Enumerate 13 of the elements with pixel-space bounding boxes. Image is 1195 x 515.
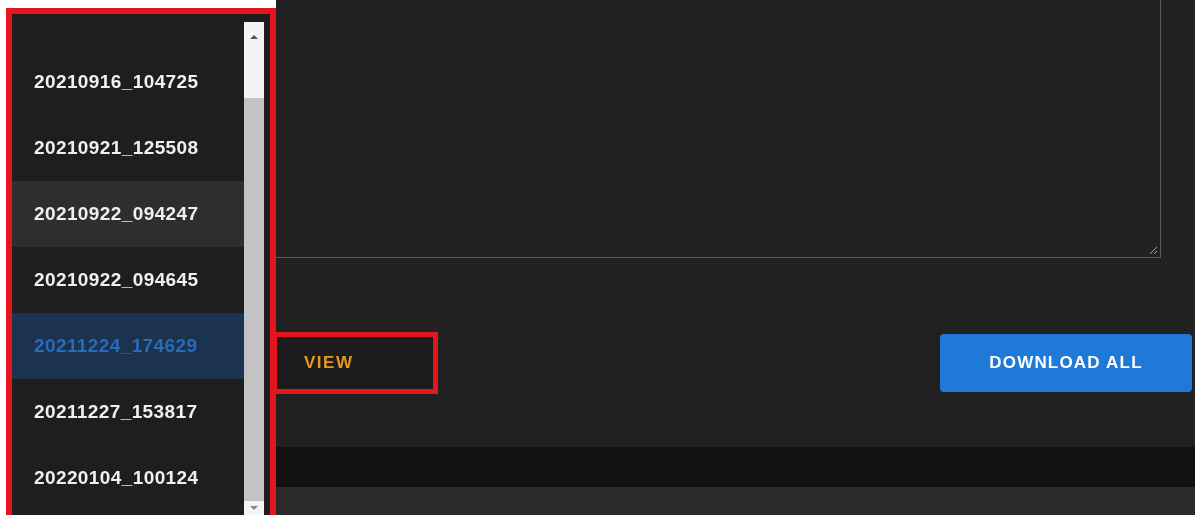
- list-item[interactable]: 20210921_125508: [12, 115, 244, 181]
- list-item[interactable]: 20210916_104725: [12, 49, 244, 115]
- list-item[interactable]: 20220104_100124: [12, 445, 244, 511]
- scroll-up-icon[interactable]: [249, 34, 259, 40]
- resize-grip-icon[interactable]: [1148, 245, 1158, 255]
- scroll-down-icon[interactable]: [249, 505, 259, 511]
- list-item[interactable]: 20210922_094247: [12, 181, 244, 247]
- scrollbar[interactable]: [244, 22, 264, 515]
- scrollbar-thumb[interactable]: [244, 98, 264, 501]
- list-item[interactable]: 20210922_094645: [12, 247, 244, 313]
- view-button[interactable]: VIEW: [277, 337, 433, 389]
- list-item[interactable]: 20211227_153817: [12, 379, 244, 445]
- download-all-button[interactable]: DOWNLOAD ALL: [940, 334, 1192, 392]
